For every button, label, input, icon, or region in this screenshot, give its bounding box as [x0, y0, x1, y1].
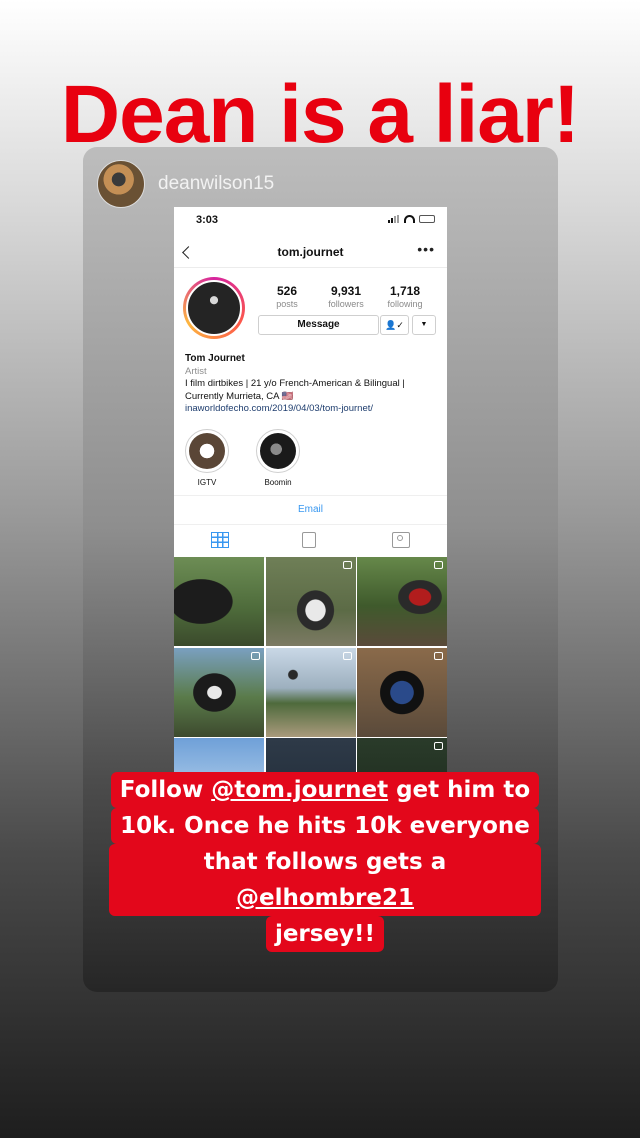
- story-caption: Follow @tom.journet get him to 10k. Once…: [109, 772, 541, 952]
- profile-tabs: [174, 525, 447, 558]
- message-button: Message: [258, 315, 379, 335]
- photo-grid: [174, 557, 447, 773]
- profile-username-title: tom.journet: [277, 245, 344, 259]
- profile-nav-bar: tom.journet •••: [174, 237, 447, 268]
- caption-line-1-post: get him to: [388, 777, 531, 803]
- grid-icon: [211, 532, 229, 548]
- mention-tom-journet[interactable]: @tom.journet: [211, 777, 388, 803]
- status-bar: 3:03: [174, 207, 447, 235]
- chevron-down-icon: ▼: [412, 315, 436, 335]
- grid-photo: [265, 557, 356, 646]
- more-options-icon: •••: [417, 241, 435, 257]
- poster-username[interactable]: deanwilson15: [158, 173, 274, 195]
- igtv-icon: [189, 433, 225, 469]
- highlight-boomin-image: [260, 433, 296, 469]
- profile-bio: Tom Journet Artist I film dirtbikes | 21…: [185, 353, 443, 416]
- caption-line-1-pre: Follow: [119, 777, 212, 803]
- stat-followers-label: followers: [328, 299, 364, 309]
- multi-post-icon: [342, 561, 352, 569]
- highlight-igtv-label: IGTV: [197, 478, 217, 487]
- grid-photo: [174, 647, 264, 737]
- stat-following: 1,718 following: [377, 284, 433, 309]
- bio-link: inaworldofecho.com/2019/04/03/tom-journe…: [185, 403, 374, 414]
- highlight-boomin: Boomin: [254, 429, 302, 487]
- profile-screenshot: 3:03 tom.journet ••• 526 posts 9,931 fol…: [174, 207, 447, 773]
- stat-followers-value: 9,931: [330, 284, 362, 298]
- bio-line-2: Currently Murrieta, CA 🇺🇸: [185, 390, 294, 402]
- grid-photo: [174, 738, 264, 773]
- profile-display-name: Tom Journet: [185, 353, 245, 364]
- stat-followers: 9,931 followers: [318, 284, 374, 309]
- grid-photo: [265, 647, 356, 737]
- stat-posts-label: posts: [276, 299, 298, 309]
- grid-photo: [357, 738, 447, 773]
- caption-line-3: that follows gets a @elhombre21: [109, 844, 541, 916]
- grid-photo: [357, 647, 447, 737]
- mention-elhombre21[interactable]: @elhombre21: [236, 885, 414, 911]
- wifi-icon: [404, 215, 415, 223]
- grid-photo: [357, 557, 447, 646]
- video-icon: [434, 651, 443, 660]
- caption-line-4: jersey!!: [265, 916, 385, 952]
- caption-line-2: 10k. Once he hits 10k everyone: [111, 808, 539, 844]
- profile-category: Artist: [185, 365, 207, 377]
- battery-icon: [419, 215, 435, 223]
- tagged-icon: [392, 532, 410, 548]
- highlight-igtv: IGTV: [183, 429, 231, 487]
- caption-line-1: Follow @tom.journet get him to: [110, 772, 540, 808]
- profile-picture: [183, 277, 245, 339]
- igtv-tab-icon: [302, 532, 316, 548]
- caption-line-3-pre: that follows gets a: [203, 849, 447, 875]
- grid-photo: [174, 557, 264, 646]
- signal-icon: [388, 215, 400, 223]
- poster-avatar[interactable]: [97, 160, 145, 208]
- grid-photo: [265, 738, 356, 773]
- bio-line-1: I film dirtbikes | 21 y/o French-America…: [185, 378, 405, 389]
- stat-following-value: 1,718: [389, 284, 421, 298]
- multi-post-icon: [434, 742, 443, 750]
- stat-following-label: following: [387, 299, 423, 309]
- multi-post-icon: [434, 561, 443, 569]
- stat-posts-value: 526: [276, 284, 298, 298]
- video-icon: [342, 651, 352, 660]
- stat-posts: 526 posts: [259, 284, 315, 309]
- email-button: Email: [174, 495, 447, 525]
- video-icon: [251, 651, 260, 660]
- status-time: 3:03: [196, 214, 219, 226]
- highlight-boomin-label: Boomin: [264, 478, 292, 487]
- following-icon: 👤✓: [380, 315, 409, 335]
